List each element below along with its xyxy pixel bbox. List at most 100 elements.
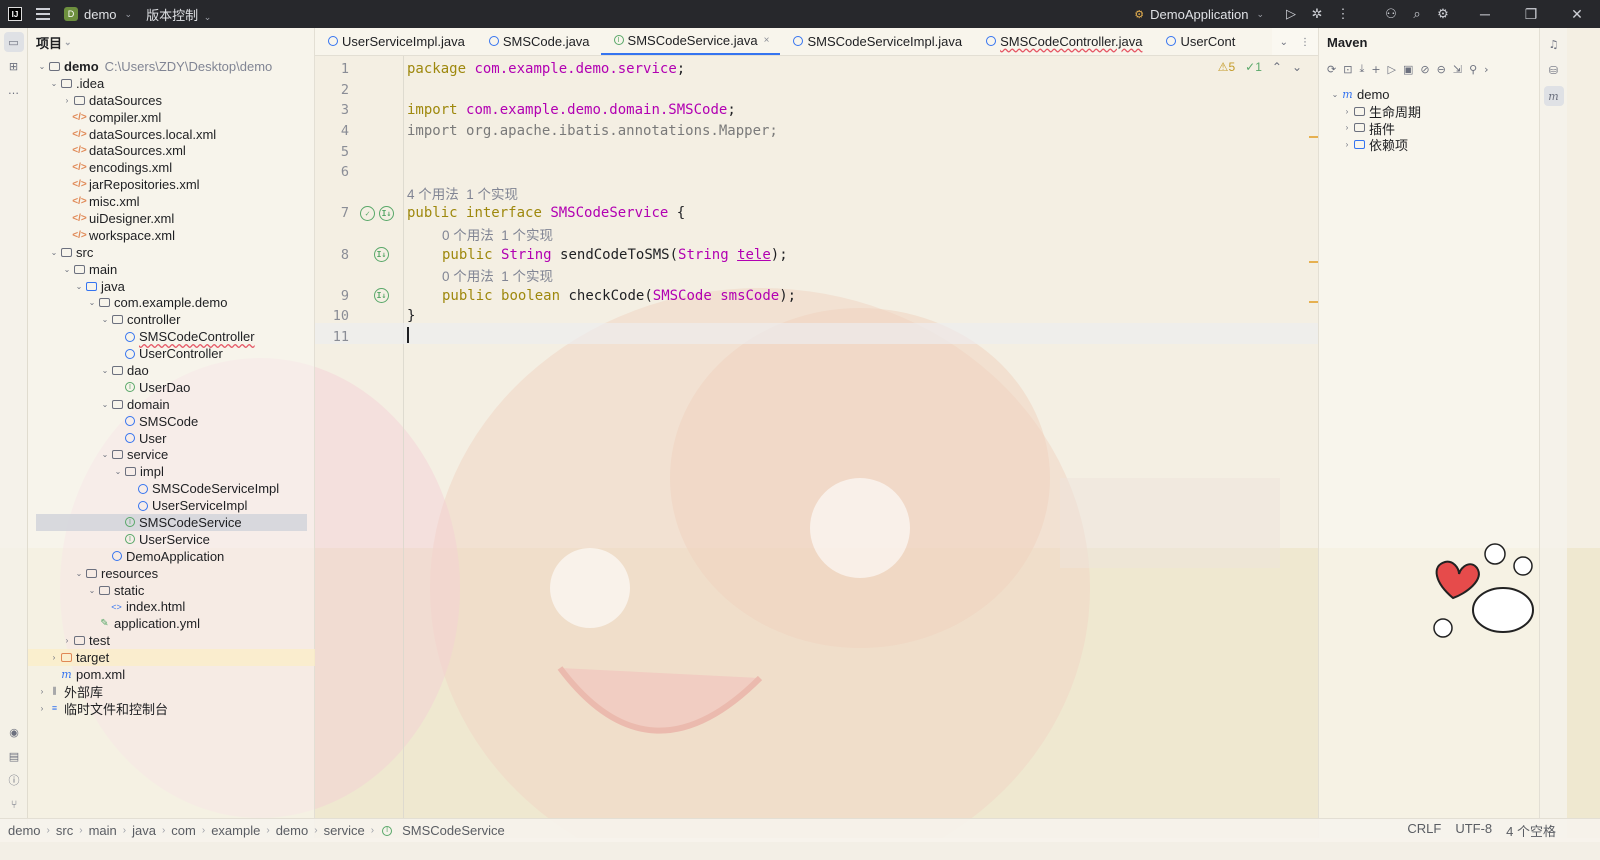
settings-icon[interactable]: ⚲ (1469, 63, 1477, 76)
tree-row-file[interactable]: </> uiDesigner.xml (28, 210, 315, 227)
restore-icon[interactable]: ❐ (1508, 6, 1554, 23)
breadcrumb-item[interactable]: src (56, 823, 73, 838)
tree-row-java[interactable]: ⌄ java (28, 278, 315, 295)
breadcrumb-item[interactable]: main (89, 823, 117, 838)
terminal-icon[interactable]: ▤ (4, 746, 24, 766)
tree-row-src[interactable]: ⌄ src (28, 244, 315, 261)
tree-row-file[interactable]: <> index.html (28, 599, 315, 616)
breadcrumb-item[interactable]: com (171, 823, 196, 838)
database-icon[interactable]: ⛁ (1544, 60, 1564, 80)
download-icon[interactable]: ⤓ (1359, 62, 1364, 76)
line-separator[interactable]: CRLF (1407, 821, 1441, 840)
spring-bean-icon[interactable]: ✓ (360, 205, 375, 221)
search-icon[interactable]: ⌕ (1404, 6, 1430, 22)
tree-row-file[interactable]: </> compiler.xml (28, 109, 315, 126)
tab-usercontroller[interactable]: UserCont (1153, 28, 1246, 55)
maven-plugins[interactable]: › 插件 (1319, 120, 1539, 137)
implemented-icon[interactable]: I↓ (374, 288, 389, 304)
usage-hint[interactable]: 0 个用法 1 个实现 (442, 265, 553, 285)
tree-row-file[interactable]: </> dataSources.local.xml (28, 126, 315, 143)
tree-row-file[interactable]: </> jarRepositories.xml (28, 176, 315, 193)
tree-row-class[interactable]: User (28, 430, 315, 447)
notifications-icon[interactable]: ♫ (1544, 34, 1564, 54)
tree-row-controller[interactable]: ⌄ controller (28, 311, 315, 328)
implemented-icon[interactable]: I↓ (374, 247, 389, 263)
breadcrumb-item[interactable]: example (211, 823, 260, 838)
chevron-right-icon[interactable]: › (1484, 63, 1488, 76)
more-icon[interactable]: ⋮ (1330, 6, 1356, 22)
tree-row-demo[interactable]: ⌄ demo C:\Users\ZDY\Desktop\demo (28, 58, 315, 75)
vcs-menu[interactable]: 版本控制 ⌄ (146, 5, 211, 24)
indent-setting[interactable]: 4 个空格 (1506, 821, 1556, 840)
implemented-icon[interactable]: I↓ (379, 205, 394, 221)
tab-smscode[interactable]: SMSCode.java (476, 28, 601, 55)
tree-row-file[interactable]: ✎ application.yml (28, 615, 315, 632)
tree-row-static[interactable]: ⌄ static (28, 582, 315, 599)
services-icon[interactable]: ◉ (4, 722, 24, 742)
tree-row-dao[interactable]: ⌄ dao (28, 362, 315, 379)
more-tools-icon[interactable]: … (4, 80, 24, 100)
file-encoding[interactable]: UTF-8 (1455, 821, 1492, 840)
problems-icon[interactable]: ⓘ (4, 770, 24, 790)
usage-hint[interactable]: 4 个用法 1 个实现 (407, 183, 518, 203)
run-icon[interactable]: ▷ (1388, 63, 1396, 76)
tree-row-scratches[interactable]: › ≡ 临时文件和控制台 (28, 700, 315, 717)
tree-row-datasources[interactable]: › dataSources (28, 92, 315, 109)
tree-row-interface[interactable]: I UserDao (28, 379, 315, 396)
code-editor[interactable]: ⚠5 ✓1 ⌃ ⌄ 1 package com.example.demo.serv… (315, 56, 1318, 838)
tree-row-class[interactable]: SMSCodeServiceImpl (28, 480, 315, 497)
add-folder-icon[interactable]: ⊡ (1343, 63, 1352, 76)
main-menu-icon[interactable] (36, 8, 50, 20)
tree-row-pom[interactable]: m pom.xml (28, 666, 315, 683)
tab-smscodeservice[interactable]: I SMSCodeService.java × (600, 28, 781, 55)
breadcrumb-item[interactable]: SMSCodeService (402, 823, 505, 838)
tree-row-external-libs[interactable]: › ⫼ 外部库 (28, 683, 315, 700)
tab-userserviceimpl[interactable]: UserServiceImpl.java (315, 28, 476, 55)
tree-row-class[interactable]: SMSCode (28, 413, 315, 430)
tree-row-file[interactable]: </> dataSources.xml (28, 142, 315, 159)
run-config-selector[interactable]: ⚙ DemoApplication ⌄ (1134, 7, 1264, 22)
project-panel-header[interactable]: 项目 ⌄ (28, 28, 314, 56)
close-icon[interactable]: ✕ (1554, 6, 1600, 23)
breadcrumb-item[interactable]: service (324, 823, 365, 838)
tree-row-file[interactable]: </> encodings.xml (28, 159, 315, 176)
tree-row-target[interactable]: › target (28, 649, 315, 667)
account-icon[interactable]: ⚇ (1378, 6, 1404, 22)
close-tab-icon[interactable]: × (764, 35, 770, 46)
tree-row-file[interactable]: </> workspace.xml (28, 227, 315, 244)
structure-tool-icon[interactable]: ⊞ (4, 56, 24, 76)
tree-row-interface[interactable]: I UserService (28, 531, 315, 548)
maven-lifecycle[interactable]: › 生命周期 (1319, 103, 1539, 120)
tree-row-impl[interactable]: ⌄ impl (28, 463, 315, 480)
breadcrumb-item[interactable]: java (132, 823, 156, 838)
maven-project-demo[interactable]: ⌄ m demo (1319, 86, 1539, 103)
tree-row-domain[interactable]: ⌄ domain (28, 396, 315, 413)
collapse-icon[interactable]: ⇲ (1453, 63, 1462, 76)
more-icon[interactable]: ⋮ (1300, 37, 1310, 48)
breadcrumb-item[interactable]: demo (276, 823, 309, 838)
skip-tests-icon[interactable]: ⊖ (1437, 63, 1446, 76)
maven-dependencies[interactable]: › 依赖项 (1319, 136, 1539, 153)
usage-hint[interactable]: 0 个用法 1 个实现 (442, 224, 553, 244)
tree-row-class[interactable]: DemoApplication (28, 548, 315, 565)
tree-row-main[interactable]: ⌄ main (28, 261, 315, 278)
minimize-icon[interactable]: ─ (1462, 6, 1508, 22)
project-tool-icon[interactable]: ▭ (3, 32, 24, 52)
tree-row-class[interactable]: UserController (28, 345, 315, 362)
debug-icon[interactable]: ✲ (1304, 6, 1330, 22)
tree-row-selected[interactable]: I SMSCodeService (36, 514, 307, 531)
maven-tool-icon[interactable]: m (1543, 86, 1564, 106)
tree-row-class[interactable]: UserServiceImpl (28, 497, 315, 514)
breadcrumb-item[interactable]: demo (8, 823, 41, 838)
project-switcher[interactable]: D demo ⌄ (64, 7, 132, 22)
tree-row-package[interactable]: ⌄ com.example.demo (28, 294, 315, 311)
tab-smscodecontroller[interactable]: SMSCodeController.java (973, 28, 1153, 55)
offline-mode-icon[interactable]: ⊘ (1420, 63, 1429, 76)
tree-row-idea[interactable]: ⌄ .idea (28, 75, 315, 92)
tree-row-service[interactable]: ⌄ service (28, 446, 315, 463)
tree-row-file[interactable]: </> misc.xml (28, 193, 315, 210)
reload-icon[interactable]: ⟳ (1327, 63, 1336, 76)
tree-row-class[interactable]: SMSCodeController (28, 328, 315, 345)
run-icon[interactable]: ▷ (1278, 6, 1304, 22)
tab-smscodeserviceimpl[interactable]: SMSCodeServiceImpl.java (780, 28, 973, 55)
